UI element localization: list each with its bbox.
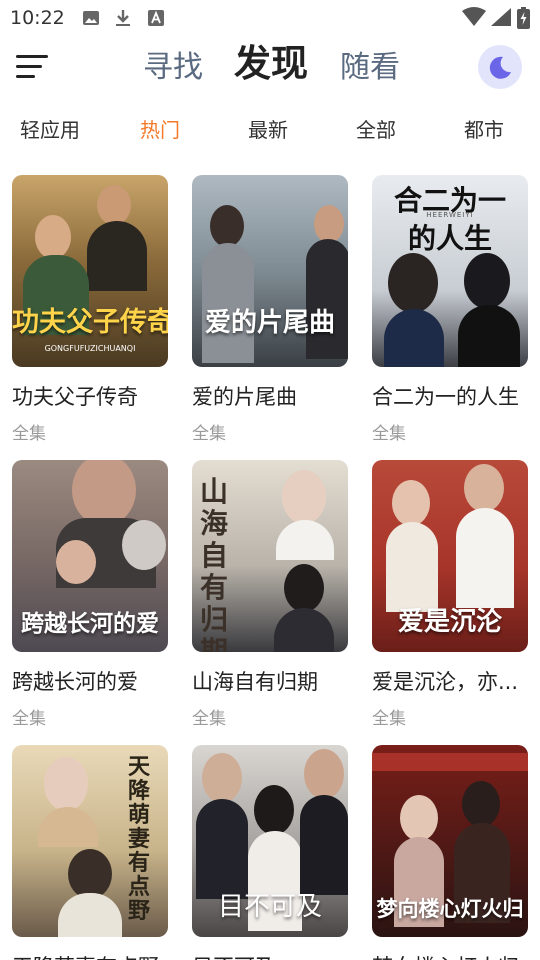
drama-title: 梦向楼心灯火归 bbox=[372, 951, 528, 960]
drama-poster: 梦向楼心灯火归 bbox=[372, 745, 528, 937]
drama-title: 合二为一的人生 bbox=[372, 385, 519, 409]
tab-search[interactable]: 寻找 bbox=[143, 48, 203, 88]
drama-card[interactable]: 爱的片尾曲 爱的片尾曲 全集 bbox=[192, 175, 348, 444]
drama-card[interactable]: 目不可及 目不可及 bbox=[192, 745, 348, 960]
menu-button[interactable] bbox=[16, 52, 52, 84]
drama-poster: 天降萌妻有点野 bbox=[12, 745, 168, 937]
drama-poster: 合二为一 HEERWEIYI 的人生 bbox=[372, 175, 528, 367]
drama-episodes: 全集 bbox=[192, 424, 226, 444]
drama-title: 跨越长河的爱 bbox=[12, 670, 138, 694]
download-icon bbox=[116, 10, 130, 26]
drama-card[interactable]: 梦向楼心灯火归 梦向楼心灯火归 bbox=[372, 745, 528, 960]
drama-episodes: 全集 bbox=[12, 424, 46, 444]
poster-eaves bbox=[372, 753, 528, 771]
signal-icon bbox=[491, 8, 511, 26]
font-app-icon bbox=[148, 10, 164, 26]
category-light-app[interactable]: 轻应用 bbox=[20, 114, 80, 143]
category-all[interactable]: 全部 bbox=[356, 114, 396, 143]
poster-title: 爱是沉沦 bbox=[397, 607, 502, 637]
poster-title: 爱的片尾曲 bbox=[204, 308, 335, 338]
poster-title: 功夫父子传奇 bbox=[12, 307, 168, 338]
drama-title: 目不可及 bbox=[192, 951, 348, 960]
poster-caption: GONGFUFUZICHUANQI bbox=[44, 344, 136, 353]
drama-title: 功夫父子传奇 bbox=[12, 385, 138, 409]
poster-title: 梦向楼心灯火归 bbox=[376, 896, 524, 921]
drama-card[interactable]: 跨越长河的爱 跨越长河的爱 全集 bbox=[12, 460, 168, 729]
drama-card[interactable]: 合二为一 HEERWEIYI 的人生 合二为一的人生 全集 bbox=[372, 175, 528, 444]
category-city[interactable]: 都市 bbox=[464, 114, 504, 143]
drama-episodes: 全集 bbox=[372, 709, 406, 729]
moon-icon bbox=[489, 56, 511, 79]
menu-line bbox=[16, 75, 35, 78]
drama-poster: 爱的片尾曲 bbox=[192, 175, 348, 367]
drama-poster: 爱是沉沦 bbox=[372, 460, 528, 652]
poster-title: 跨越长河的爱 bbox=[21, 610, 159, 637]
drama-title: 天降萌妻有点野 bbox=[12, 951, 168, 960]
dark-mode-button[interactable] bbox=[478, 45, 522, 89]
drama-title: 山海自有归期 bbox=[192, 670, 318, 694]
drama-card[interactable]: 爱是沉沦 爱是沉沦，亦... 全集 bbox=[372, 460, 528, 729]
drama-poster: 跨越长河的爱 bbox=[12, 460, 168, 652]
drama-title: 爱的片尾曲 bbox=[192, 385, 297, 409]
menu-line bbox=[16, 65, 42, 68]
tab-watch[interactable]: 随看 bbox=[340, 48, 400, 88]
battery-icon bbox=[517, 7, 530, 29]
top-header: 寻找 发现 随看 bbox=[0, 36, 540, 100]
drama-poster: 山海自有归期 bbox=[192, 460, 348, 652]
drama-poster: 目不可及 bbox=[192, 745, 348, 937]
tab-discover[interactable]: 发现 bbox=[234, 44, 308, 84]
category-latest[interactable]: 最新 bbox=[248, 114, 288, 143]
menu-line bbox=[16, 55, 48, 58]
wifi-icon bbox=[462, 7, 486, 26]
drama-episodes: 全集 bbox=[12, 709, 46, 729]
drama-episodes: 全集 bbox=[192, 709, 226, 729]
category-hot[interactable]: 热门 bbox=[140, 114, 180, 143]
category-tabs: 轻应用 热门 最新 全部 都市 bbox=[0, 108, 540, 148]
drama-card[interactable]: 山海自有归期 山海自有归期 全集 bbox=[192, 460, 348, 729]
drama-card[interactable]: 功夫父子传奇 GONGFUFUZICHUANQI 功夫父子传奇 全集 bbox=[12, 175, 168, 444]
status-bar: 10:22 bbox=[0, 0, 540, 36]
drama-title: 爱是沉沦，亦... bbox=[372, 670, 519, 694]
poster-title: 目不可及 bbox=[217, 892, 322, 922]
status-time: 10:22 bbox=[10, 7, 65, 29]
drama-poster: 功夫父子传奇 GONGFUFUZICHUANQI bbox=[12, 175, 168, 367]
drama-card[interactable]: 天降萌妻有点野 天降萌妻有点野 bbox=[12, 745, 168, 960]
image-icon bbox=[83, 11, 99, 25]
poster-subtitle: 的人生 bbox=[407, 222, 492, 255]
poster-title: 山海自有归期 bbox=[200, 475, 229, 653]
drama-episodes: 全集 bbox=[372, 424, 406, 444]
poster-title: 天降萌妻有点野 bbox=[128, 754, 151, 924]
